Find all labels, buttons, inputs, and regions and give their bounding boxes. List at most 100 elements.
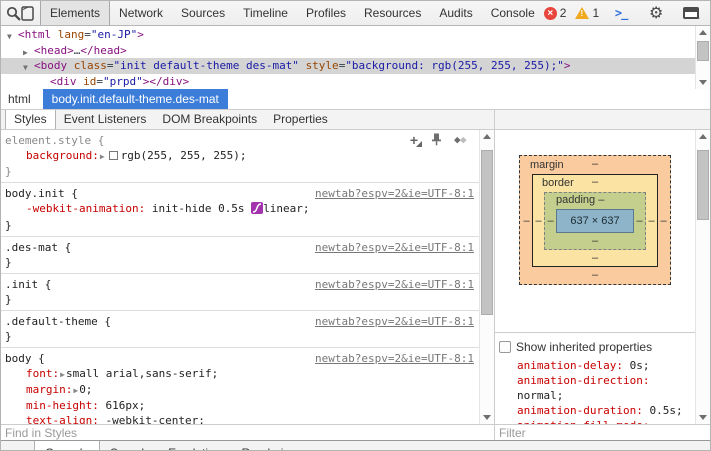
rule-selector[interactable]: body.init { xyxy=(5,186,78,201)
drawer-tab-console[interactable]: Console xyxy=(34,441,100,450)
metrics-scrollbar[interactable] xyxy=(695,130,710,424)
tab-audits[interactable]: Audits xyxy=(430,1,481,25)
padding-bottom-value[interactable]: – xyxy=(545,233,645,249)
device-mode-button[interactable] xyxy=(21,1,34,25)
scrollbar-thumb[interactable] xyxy=(481,150,493,315)
scroll-down-arrow-icon[interactable] xyxy=(480,411,494,424)
drawer-tab-rendering[interactable]: Rendering xyxy=(231,441,306,450)
property-value[interactable]: linear; xyxy=(263,202,309,215)
property-value[interactable]: -webkit-center; xyxy=(99,414,205,424)
scroll-down-arrow-icon[interactable] xyxy=(696,411,710,424)
property-name[interactable]: background: xyxy=(26,149,99,162)
css-property[interactable]: margin:▶0; xyxy=(5,382,474,398)
styles-scrollbar[interactable] xyxy=(479,130,494,424)
css-property[interactable]: -webkit-animation: init-hide 0.5s linear… xyxy=(5,201,474,218)
stylesheet-link[interactable]: newtab?espv=2&ie=UTF-8:1 xyxy=(315,314,474,329)
inspect-element-button[interactable] xyxy=(6,1,21,25)
property-value[interactable]: 616px; xyxy=(99,399,145,412)
tab-console[interactable]: Console xyxy=(482,1,544,25)
border-top-value[interactable]: – xyxy=(592,176,598,188)
tree-row-head[interactable]: ▶<head>…</head> xyxy=(1,43,710,59)
property-name[interactable]: margin: xyxy=(26,383,72,396)
box-model-padding[interactable]: padding – – 637 × 637 – – xyxy=(544,192,646,250)
property-name[interactable]: -webkit-animation: xyxy=(26,202,145,215)
breadcrumb-body-selected[interactable]: body.init.default-theme.des-mat xyxy=(43,89,228,109)
computed-property[interactable]: animation-direction: xyxy=(499,373,695,388)
rule-selector[interactable]: element.style { xyxy=(5,133,104,148)
warning-count-badge[interactable]: 1 xyxy=(575,6,599,20)
property-name[interactable]: font: xyxy=(26,367,59,380)
error-count-badge[interactable]: × 2 xyxy=(544,6,567,20)
tab-profiles[interactable]: Profiles xyxy=(297,1,355,25)
box-model-content[interactable]: 637 × 637 xyxy=(556,209,634,233)
expander-arrow-icon[interactable]: ▶ xyxy=(59,370,66,379)
tab-timeline[interactable]: Timeline xyxy=(234,1,297,25)
tab-resources[interactable]: Resources xyxy=(355,1,430,25)
drawer-tab-search[interactable]: Search xyxy=(100,441,158,450)
property-name[interactable]: text-align: xyxy=(26,414,99,424)
scroll-up-arrow-icon[interactable] xyxy=(696,130,710,143)
rule-selector[interactable]: .init { xyxy=(5,277,51,292)
rule-selector[interactable]: .des-mat { xyxy=(5,240,71,255)
tree-scrollbar[interactable] xyxy=(695,26,710,89)
tab-dom-breakpoints[interactable]: DOM Breakpoints xyxy=(154,110,265,129)
tab-network[interactable]: Network xyxy=(110,1,172,25)
tab-elements[interactable]: Elements xyxy=(40,1,110,25)
scrollbar-thumb[interactable] xyxy=(697,150,709,220)
tab-styles[interactable]: Styles xyxy=(5,110,56,129)
padding-right-value[interactable]: – xyxy=(634,214,645,228)
box-model-margin[interactable]: margin– – border– – padding – – xyxy=(519,155,671,285)
border-left-value[interactable]: – xyxy=(533,214,544,228)
margin-bottom-value[interactable]: – xyxy=(521,267,669,283)
breadcrumb-html[interactable]: html xyxy=(1,89,38,109)
property-value[interactable]: 0; xyxy=(79,383,92,396)
border-right-value[interactable]: – xyxy=(646,214,657,228)
expander-arrow-icon[interactable]: ▶ xyxy=(99,152,106,161)
css-property[interactable]: text-align: -webkit-center; xyxy=(5,413,474,424)
drawer-tab-emulation[interactable]: Emulation xyxy=(158,441,231,450)
margin-right-value[interactable]: – xyxy=(658,214,669,228)
rule-selector[interactable]: .default-theme { xyxy=(5,314,111,329)
margin-top-value[interactable]: – xyxy=(592,158,598,170)
stylesheet-link[interactable]: newtab?espv=2&ie=UTF-8:1 xyxy=(315,351,474,366)
bezier-editor-icon[interactable] xyxy=(251,202,263,218)
tab-properties[interactable]: Properties xyxy=(265,110,336,129)
margin-left-value[interactable]: – xyxy=(521,214,532,228)
css-property[interactable]: background:▶ rgb(255, 255, 255); xyxy=(5,148,474,164)
scroll-up-arrow-icon[interactable] xyxy=(480,130,494,143)
computed-property[interactable]: animation-delay: 0s; xyxy=(499,358,695,373)
css-property[interactable]: font:▶small arial,sans-serif; xyxy=(5,366,474,382)
toggle-console-button[interactable]: >_ xyxy=(608,1,634,25)
property-value[interactable]: small arial,sans-serif; xyxy=(66,367,218,380)
box-model-border[interactable]: border– – padding – – 637 × 637 – xyxy=(532,174,658,267)
stylesheet-link[interactable]: newtab?espv=2&ie=UTF-8:1 xyxy=(315,240,474,255)
content-size-value[interactable]: 637 × 637 xyxy=(570,214,619,228)
filter-input[interactable] xyxy=(495,425,699,441)
computed-property[interactable]: animation-duration: 0.5s; xyxy=(499,403,695,418)
color-swatch[interactable] xyxy=(109,151,118,160)
settings-button[interactable]: ⚙ xyxy=(643,1,669,25)
computed-property[interactable]: normal; xyxy=(499,388,695,403)
tree-row-body-selected[interactable]: ▼<body class="init default-theme des-mat… xyxy=(1,58,710,74)
tab-sources[interactable]: Sources xyxy=(172,1,234,25)
show-inherited-row[interactable]: Show inherited properties xyxy=(499,339,695,355)
stylesheet-link[interactable]: newtab?espv=2&ie=UTF-8:1 xyxy=(315,186,474,201)
padding-top-value[interactable]: – xyxy=(598,194,604,206)
tree-row-div-prpd[interactable]: <div id="prpd"></div> xyxy=(1,74,710,90)
property-value[interactable]: rgb(255, 255, 255); xyxy=(121,149,247,162)
scrollbar-thumb[interactable] xyxy=(697,41,709,61)
css-property[interactable]: min-height: 616px; xyxy=(5,398,474,413)
property-name[interactable]: min-height: xyxy=(26,399,99,412)
border-bottom-value[interactable]: – xyxy=(533,250,657,266)
tree-row-html[interactable]: ▼<html lang="en-JP"> xyxy=(1,27,710,43)
scroll-up-arrow-icon[interactable] xyxy=(696,26,710,39)
tab-event-listeners[interactable]: Event Listeners xyxy=(56,110,155,129)
rule-selector[interactable]: body { xyxy=(5,351,45,366)
padding-left-value[interactable]: – xyxy=(545,214,556,228)
show-inherited-checkbox[interactable] xyxy=(499,341,511,353)
find-in-styles-input[interactable] xyxy=(1,425,469,441)
scroll-down-arrow-icon[interactable] xyxy=(696,76,710,89)
property-value[interactable]: init-hide 0.5s xyxy=(145,202,251,215)
dock-side-button[interactable] xyxy=(678,1,704,25)
stylesheet-link[interactable]: newtab?espv=2&ie=UTF-8:1 xyxy=(315,277,474,292)
